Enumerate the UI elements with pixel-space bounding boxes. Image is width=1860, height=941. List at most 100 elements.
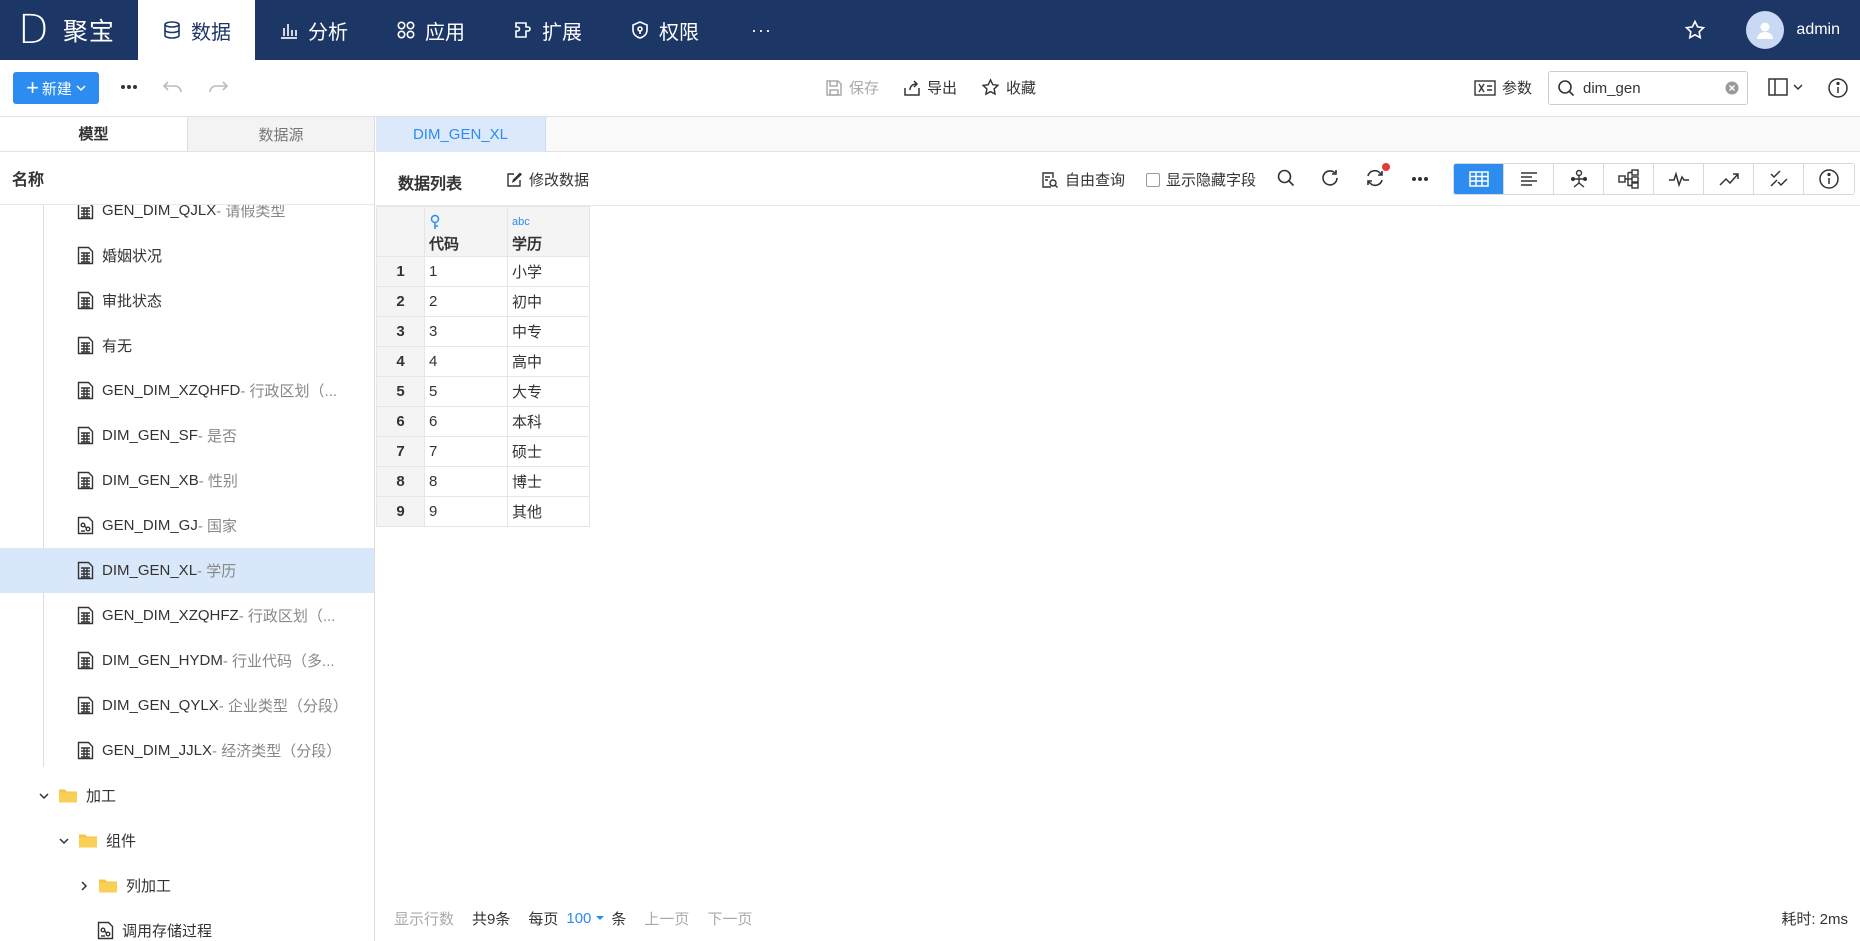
prev-page-button[interactable]: 上一页 (644, 908, 689, 929)
tree-item[interactable]: DIM_GEN_HYDM - 行业代码（多... (0, 638, 374, 683)
more-options-button[interactable] (120, 84, 138, 90)
redo-button[interactable] (207, 76, 229, 96)
tree-item[interactable]: 调用存储过程 (0, 908, 374, 941)
relation-view-button[interactable] (1604, 164, 1654, 194)
undo-button[interactable] (162, 76, 184, 96)
tree-item[interactable]: 组件 (0, 818, 374, 863)
edit-data-button[interactable]: 修改数据 (506, 169, 589, 190)
cell-code[interactable]: 5 (424, 376, 508, 407)
key-icon (429, 211, 503, 233)
sync-button[interactable] (1365, 163, 1390, 188)
column-header-education[interactable]: abc 学历 (507, 206, 590, 257)
show-hidden-fields-toggle[interactable]: 显示隐藏字段 (1146, 169, 1256, 190)
avatar[interactable] (1746, 11, 1785, 49)
tree-item[interactable]: 审批状态 (0, 278, 374, 323)
tree-item[interactable]: GEN_DIM_XZQHFZ - 行政区划（... (0, 593, 374, 638)
username[interactable]: admin (1796, 21, 1840, 39)
row-number: 7 (376, 436, 425, 467)
table-row[interactable]: 5 5 大专 (376, 376, 590, 407)
data-more-button[interactable] (1411, 176, 1429, 182)
cell-education[interactable]: 博士 (507, 466, 590, 497)
nav-item-extension[interactable]: 扩展 (489, 0, 606, 60)
clear-search-icon[interactable] (1725, 81, 1739, 99)
table-row[interactable]: 1 1 小学 (376, 256, 590, 287)
chevron-down-icon[interactable] (58, 835, 70, 847)
chevron-down-icon[interactable] (38, 790, 50, 802)
cell-education[interactable]: 小学 (507, 256, 590, 287)
tree-item[interactable]: 有无 (0, 323, 374, 368)
table-row[interactable]: 7 7 硕士 (376, 436, 590, 467)
favorites-star-icon[interactable] (1684, 19, 1706, 41)
table-row[interactable]: 2 2 初中 (376, 286, 590, 317)
info-button[interactable] (1827, 77, 1849, 103)
tree-item[interactable]: GEN_DIM_QJLX - 请假类型 (0, 205, 374, 233)
nav-item-apps[interactable]: 应用 (372, 0, 489, 60)
compare-view-button[interactable] (1754, 164, 1804, 194)
detail-info-button[interactable] (1804, 164, 1854, 194)
cell-code[interactable]: 6 (424, 406, 508, 437)
cell-code[interactable]: 3 (424, 316, 508, 347)
refresh-button[interactable] (1320, 168, 1340, 188)
lineage-view-button[interactable] (1554, 164, 1604, 194)
cell-code[interactable]: 7 (424, 436, 508, 467)
export-button[interactable]: 导出 (903, 77, 957, 98)
trend-view-button[interactable] (1704, 164, 1754, 194)
cell-education[interactable]: 其他 (507, 496, 590, 527)
pagination-bar: 显示行数 共9条 每页 100 条 上一页 下一页 耗时: 2ms (376, 898, 1860, 938)
page-size-select[interactable]: 100 (566, 910, 605, 927)
grid-header-row: 代码 abc 学历 (376, 206, 590, 257)
tree-item[interactable]: 列加工 (0, 863, 374, 908)
search-input[interactable] (1583, 79, 1713, 97)
search-box (1548, 71, 1748, 105)
cell-education[interactable]: 中专 (507, 316, 590, 347)
nav-item-analysis[interactable]: 分析 (255, 0, 372, 60)
table-row[interactable]: 9 9 其他 (376, 496, 590, 527)
cell-education[interactable]: 初中 (507, 286, 590, 317)
free-query-button[interactable]: 自由查询 (1041, 169, 1125, 190)
cell-education[interactable]: 高中 (507, 346, 590, 377)
tab-dim-gen-xl[interactable]: DIM_GEN_XL (376, 117, 546, 152)
column-header-code[interactable]: 代码 (424, 206, 508, 257)
table-row[interactable]: 4 4 高中 (376, 346, 590, 377)
parameter-button[interactable]: 参数 (1474, 77, 1532, 98)
bar-chart-icon (281, 24, 297, 39)
tree-item[interactable]: DIM_GEN_SF - 是否 (0, 413, 374, 458)
table-view-button[interactable] (1454, 164, 1504, 194)
nav-item-permission[interactable]: 权限 (606, 0, 723, 60)
nav-more-button[interactable]: ··· (723, 0, 800, 60)
favorite-button[interactable]: 收藏 (981, 77, 1036, 98)
tab-datasource[interactable]: 数据源 (187, 117, 374, 151)
tree-item[interactable]: GEN_DIM_XZQHFD - 行政区划（... (0, 368, 374, 413)
tree-item[interactable]: GEN_DIM_JJLX - 经济类型（分段） (0, 728, 374, 773)
cell-code[interactable]: 2 (424, 286, 508, 317)
cell-code[interactable]: 1 (424, 256, 508, 287)
cell-education[interactable]: 大专 (507, 376, 590, 407)
tree-item[interactable]: DIM_GEN_XB - 性别 (0, 458, 374, 503)
table-row[interactable]: 6 6 本科 (376, 406, 590, 437)
layout-toggle-button[interactable] (1768, 78, 1804, 96)
tree-item[interactable]: DIM_GEN_XL - 学历 (0, 548, 374, 593)
cell-code[interactable]: 4 (424, 346, 508, 377)
table-row[interactable]: 3 3 中专 (376, 316, 590, 347)
tree-item[interactable]: 婚姻状况 (0, 233, 374, 278)
app-logo[interactable]: D 聚宝 (0, 0, 138, 60)
nav-item-data[interactable]: 数据 (138, 0, 255, 60)
cell-code[interactable]: 8 (424, 466, 508, 497)
tree-item[interactable]: GEN_DIM_GJ - 国家 (0, 503, 374, 548)
cell-education[interactable]: 本科 (507, 406, 590, 437)
show-rows-toggle[interactable]: 显示行数 (394, 908, 454, 929)
tree-item[interactable]: 加工 (0, 773, 374, 818)
show-hidden-checkbox[interactable] (1146, 172, 1160, 187)
table-row[interactable]: 8 8 博士 (376, 466, 590, 497)
save-button[interactable]: 保存 (825, 77, 879, 98)
cell-code[interactable]: 9 (424, 496, 508, 527)
new-button[interactable]: + 新建 (13, 72, 99, 104)
chevron-right-icon[interactable] (78, 880, 90, 892)
next-page-button[interactable]: 下一页 (707, 908, 752, 929)
pulse-view-button[interactable] (1654, 164, 1704, 194)
list-view-button[interactable] (1504, 164, 1554, 194)
tab-model[interactable]: 模型 (0, 117, 187, 151)
search-data-button[interactable] (1276, 168, 1296, 188)
tree-item[interactable]: DIM_GEN_QYLX - 企业类型（分段） (0, 683, 374, 728)
cell-education[interactable]: 硕士 (507, 436, 590, 467)
